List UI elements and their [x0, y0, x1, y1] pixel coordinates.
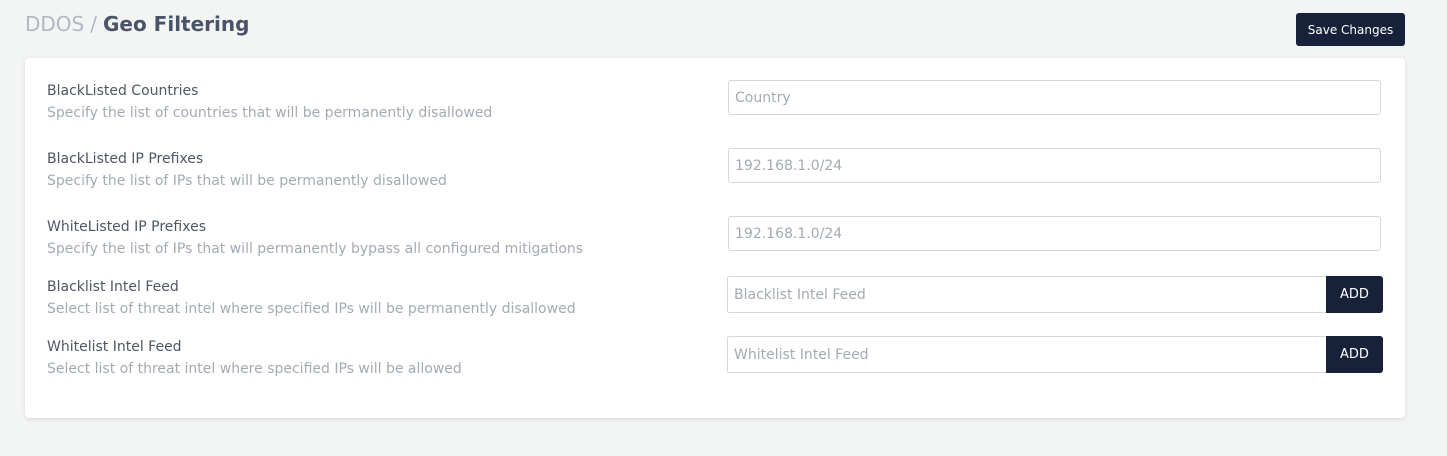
whitelisted-ip-prefix-input[interactable] [728, 216, 1381, 251]
whitelisted-ip-prefixes-description: Specify the list of IPs that will perman… [47, 241, 584, 257]
blacklisted-ip-prefixes-label: BlackListed IP Prefixes [47, 151, 204, 167]
save-changes-button[interactable]: Save Changes [1296, 13, 1405, 46]
blacklisted-countries-description: Specify the list of countries that will … [47, 105, 493, 121]
whitelist-intel-feed-input[interactable] [727, 336, 1327, 373]
whitelist-intel-feed-description: Select list of threat intel where specif… [47, 361, 462, 377]
breadcrumb-parent[interactable]: DDOS [25, 12, 84, 36]
page-title: Geo Filtering [103, 12, 250, 36]
breadcrumb-separator: / [90, 12, 97, 36]
whitelisted-ip-prefixes-label: WhiteListed IP Prefixes [47, 219, 206, 235]
add-whitelist-feed-button[interactable]: ADD [1326, 336, 1383, 373]
breadcrumb: DDOS / Geo Filtering [25, 11, 249, 37]
country-input[interactable] [728, 80, 1381, 115]
add-blacklist-feed-button[interactable]: ADD [1326, 276, 1383, 313]
blacklist-intel-feed-description: Select list of threat intel where specif… [47, 301, 576, 317]
blacklist-intel-feed-label: Blacklist Intel Feed [47, 279, 179, 295]
whitelist-intel-feed-label: Whitelist Intel Feed [47, 339, 182, 355]
blacklist-intel-feed-input[interactable] [727, 276, 1327, 313]
blacklisted-ip-prefix-input[interactable] [728, 148, 1381, 183]
blacklisted-ip-prefixes-description: Specify the list of IPs that will be per… [47, 173, 447, 189]
blacklisted-countries-label: BlackListed Countries [47, 83, 199, 99]
settings-card: BlackListed Countries Specify the list o… [25, 58, 1405, 418]
